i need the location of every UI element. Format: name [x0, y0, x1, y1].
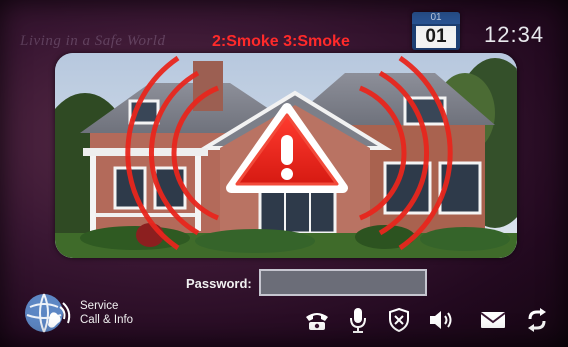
clock: 12:34: [484, 22, 545, 47]
service-call-info-button[interactable]: Service Call & Info: [22, 291, 152, 335]
date-month: 01: [412, 12, 460, 24]
volume-button[interactable]: [428, 307, 456, 333]
camera-image: [55, 53, 517, 258]
security-button[interactable]: [385, 307, 413, 333]
speaker-icon: [430, 311, 452, 329]
service-label-line2: Call & Info: [80, 314, 134, 326]
password-input[interactable]: [259, 269, 427, 296]
phone-icon: [306, 313, 328, 330]
service-label: Service Call & Info: [80, 299, 133, 327]
date-day: 01: [416, 26, 456, 48]
globe-phone-icon: [25, 293, 71, 333]
refresh-button[interactable]: [523, 307, 551, 333]
refresh-icon: [528, 308, 546, 332]
phone-button[interactable]: [303, 307, 331, 333]
camera-view: [55, 53, 517, 258]
microphone-button[interactable]: [344, 307, 372, 333]
shield-icon: [389, 308, 409, 332]
password-label: Password:: [186, 276, 252, 291]
alarm-status: 2:Smoke 3:Smoke: [212, 33, 350, 50]
envelope-icon: [480, 312, 506, 328]
messages-button[interactable]: [479, 307, 507, 333]
date-display: 01 01: [412, 12, 460, 50]
microphone-icon: [350, 308, 366, 333]
service-label-line1: Service: [80, 300, 119, 312]
brand-watermark: Living in a Safe World: [20, 33, 166, 49]
